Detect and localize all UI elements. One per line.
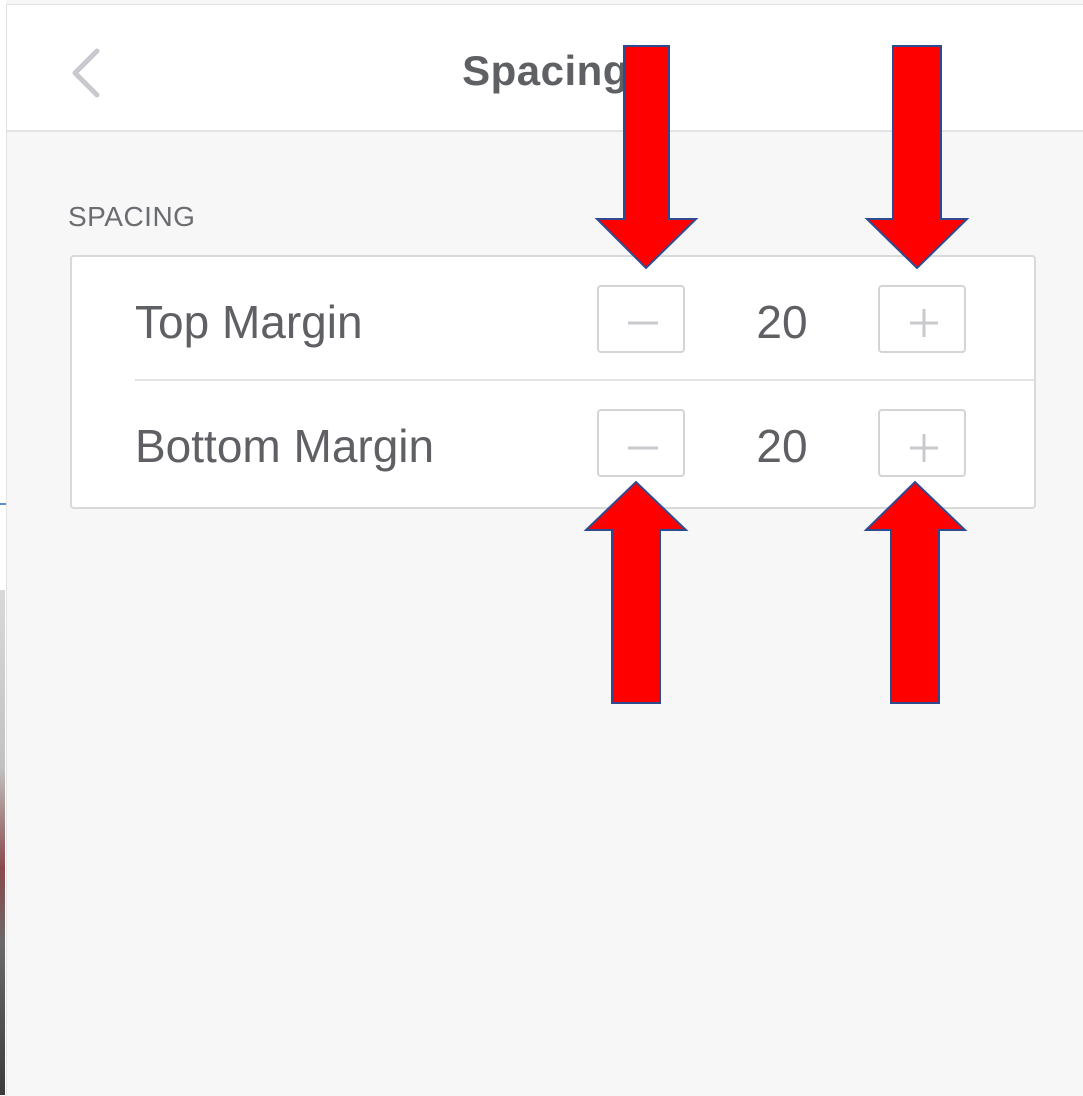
panel-header: Spacing — [7, 5, 1083, 132]
top-margin-decrement-button[interactable] — [597, 285, 685, 353]
bottom-margin-row: Bottom Margin 20 — [72, 381, 1034, 505]
plus-icon — [910, 434, 938, 462]
background-app-image — [0, 590, 5, 1095]
bottom-margin-value: 20 — [756, 420, 808, 472]
bottom-margin-decrement-button[interactable] — [597, 409, 685, 477]
top-margin-increment-button[interactable] — [878, 285, 966, 353]
section-label: SPACING — [68, 201, 196, 232]
minus-icon — [628, 446, 658, 450]
plus-icon — [910, 309, 938, 337]
minus-icon — [628, 321, 658, 325]
page-title: Spacing — [462, 47, 629, 94]
top-margin-value: 20 — [756, 296, 808, 348]
bottom-margin-increment-button[interactable] — [878, 409, 966, 477]
top-margin-row: Top Margin 20 — [72, 257, 1034, 381]
spacing-settings-card: Top Margin 20 Bottom Margin 20 — [70, 255, 1036, 509]
top-margin-label: Top Margin — [135, 296, 363, 348]
spacing-panel: Spacing SPACING Top Margin 20 Bottom Mar… — [6, 4, 1083, 1096]
bottom-margin-label: Bottom Margin — [135, 420, 435, 472]
